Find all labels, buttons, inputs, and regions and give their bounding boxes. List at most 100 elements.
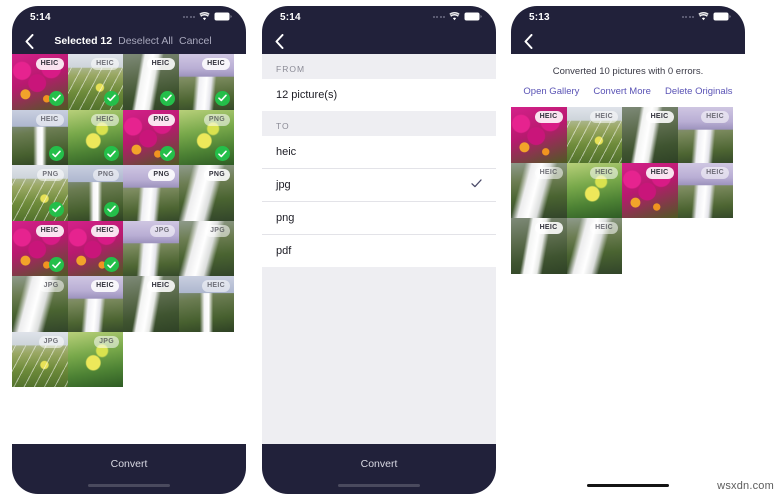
phone-screen-result: 5:13 Converted 10 pictures with 0 errors.… — [511, 6, 745, 494]
convert-button[interactable]: Convert — [262, 444, 496, 494]
photo-cell[interactable]: HEIC — [12, 109, 68, 165]
photo-cell[interactable]: HEIC — [566, 218, 622, 274]
photo-cell[interactable]: HEIC — [12, 220, 68, 276]
selected-check-icon — [104, 201, 119, 217]
format-badge: HEIC — [645, 166, 674, 179]
photo-cell[interactable]: PNG — [123, 109, 179, 165]
photo-cell[interactable]: JPG — [178, 220, 234, 276]
open-gallery-button[interactable]: Open Gallery — [523, 86, 579, 97]
photo-cell[interactable]: JPG — [12, 276, 68, 332]
convert-label: Convert — [110, 458, 148, 470]
deselect-all-button[interactable]: Deselect All — [118, 35, 173, 47]
result-message: Converted 10 pictures with 0 errors. — [552, 66, 704, 77]
convert-more-button[interactable]: Convert More — [593, 86, 651, 97]
nav-title-group: Selected 12 Deselect All Cancel — [22, 35, 236, 47]
format-badge: PNG — [148, 169, 175, 181]
photo-cell[interactable]: HEIC — [67, 276, 123, 332]
page-title: Selected 12 — [54, 35, 113, 47]
format-badge: HEIC — [590, 111, 618, 123]
format-badge: PNG — [203, 169, 230, 181]
photo-cell[interactable]: PNG — [123, 165, 179, 221]
photo-cell[interactable]: HEIC — [677, 107, 733, 163]
photo-cell[interactable]: HEIC — [511, 218, 567, 274]
photo-cell[interactable]: HEIC — [677, 162, 733, 218]
format-badge: HEIC — [202, 280, 230, 292]
from-list: 12 picture(s) — [262, 79, 496, 111]
to-section-header: TO — [262, 111, 496, 136]
format-option-label: pdf — [276, 245, 292, 257]
photo-cell[interactable]: HEIC — [511, 107, 567, 163]
format-option-heic[interactable]: heic — [262, 136, 496, 169]
selected-check-icon — [159, 90, 175, 106]
format-option-label: jpg — [276, 179, 291, 191]
photo-cell[interactable]: HEIC — [178, 54, 234, 110]
photo-cell[interactable]: PNG — [178, 109, 234, 165]
wifi-icon — [199, 8, 210, 26]
selected-check-icon — [104, 90, 119, 106]
format-option-png[interactable]: png — [262, 202, 496, 235]
format-badge: HEIC — [35, 58, 64, 70]
selected-check-icon — [215, 146, 230, 161]
format-badge: PNG — [92, 169, 119, 181]
photo-cell[interactable]: HEIC — [67, 54, 123, 110]
back-chevron-icon[interactable] — [271, 33, 287, 49]
photo-cell[interactable]: HEIC — [67, 109, 123, 165]
status-indicators — [182, 8, 233, 26]
selected-check-icon — [48, 201, 64, 217]
format-badge: HEIC — [91, 113, 119, 126]
selected-check-icon — [48, 146, 64, 161]
photo-cell[interactable]: PNG — [12, 165, 68, 221]
cancel-button[interactable]: Cancel — [179, 35, 212, 47]
format-badge: HEIC — [91, 58, 119, 70]
selected-check-icon — [48, 257, 64, 272]
back-chevron-icon[interactable] — [21, 33, 37, 49]
format-option-jpg[interactable]: jpg — [262, 169, 496, 202]
status-bar: 5:13 — [511, 6, 745, 28]
nav-bar — [262, 28, 496, 54]
photo-cell[interactable]: HEIC — [123, 54, 179, 110]
photo-cell[interactable]: HEIC — [12, 54, 68, 110]
from-section-header: FROM — [262, 54, 496, 79]
photo-grid: HEIC HEIC HEIC HEIC HEIC HEIC HEIC HEIC HEIC HEIC — [511, 107, 733, 274]
battery-icon — [713, 8, 731, 26]
format-badge: JPG — [149, 224, 175, 237]
home-indicator — [338, 483, 420, 487]
photo-cell[interactable]: HEIC — [511, 162, 567, 218]
photo-cell[interactable]: HEIC — [622, 107, 678, 163]
photo-cell[interactable]: JPG — [123, 220, 179, 276]
back-chevron-icon[interactable] — [520, 33, 536, 49]
photo-cell[interactable]: JPG — [67, 331, 123, 387]
format-badge: PNG — [148, 113, 175, 126]
status-time: 5:13 — [529, 11, 550, 23]
photo-cell[interactable]: PNG — [178, 165, 234, 221]
format-badge: JPG — [38, 335, 64, 348]
photo-cell[interactable]: HEIC — [622, 162, 678, 218]
home-indicator — [587, 483, 669, 487]
format-badge: HEIC — [146, 58, 175, 70]
photo-cell[interactable]: HEIC — [67, 220, 123, 276]
status-time: 5:14 — [30, 11, 51, 23]
format-badge: HEIC — [534, 111, 563, 123]
photo-cell[interactable]: HEIC — [566, 107, 622, 163]
convert-button[interactable]: Convert — [12, 444, 246, 494]
format-badge: HEIC — [91, 224, 119, 237]
format-badge: JPG — [38, 280, 64, 292]
format-option-pdf[interactable]: pdf — [262, 235, 496, 267]
photo-cell[interactable]: JPG — [12, 331, 68, 387]
format-badge: JPG — [94, 335, 119, 348]
format-badge: HEIC — [35, 224, 64, 237]
status-bar: 5:14 — [12, 6, 246, 28]
bottom-bar — [511, 444, 745, 494]
photo-cell[interactable]: HEIC — [566, 162, 622, 218]
format-badge: HEIC — [645, 111, 674, 123]
photo-cell[interactable]: HEIC — [123, 276, 179, 332]
photo-cell[interactable]: PNG — [67, 165, 123, 221]
photo-cell[interactable]: HEIC — [178, 276, 234, 332]
signal-dots-icon — [681, 16, 694, 18]
battery-icon — [464, 8, 482, 26]
format-badge: HEIC — [590, 166, 618, 179]
delete-originals-button[interactable]: Delete Originals — [665, 86, 733, 97]
wifi-icon — [698, 8, 709, 26]
from-count-row[interactable]: 12 picture(s) — [262, 79, 496, 111]
from-count-label: 12 picture(s) — [276, 89, 338, 101]
